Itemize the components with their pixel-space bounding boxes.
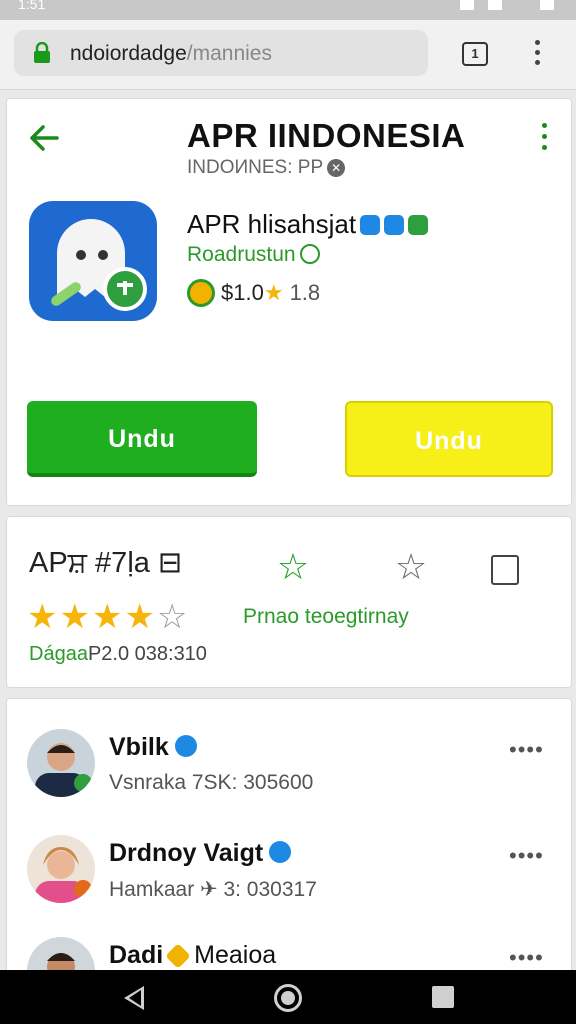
address-bar[interactable]: ndoiordadge/mannies — [14, 30, 428, 76]
status-time: 1:51 — [18, 0, 46, 12]
users-card: Vbilk Vsnraka 7SK: 305600 •••• Drdnoy Va… — [6, 698, 573, 1005]
app-name-text: APR hlisahsjat — [187, 209, 357, 239]
developer-link[interactable]: Roadrustun — [187, 243, 320, 267]
user-name: Drdnoy Vaigt — [109, 839, 292, 868]
app-name: APR hlisahsjat — [187, 209, 429, 240]
back-arrow-icon[interactable] — [27, 121, 61, 155]
nav-recents-icon[interactable] — [432, 986, 454, 1008]
page-subtitle: INDOИNES: PP ✕ — [187, 157, 346, 179]
list-item[interactable]: Vbilk Vsnraka 7SK: 305600 •••• — [7, 727, 573, 827]
verified-icon — [269, 841, 292, 863]
subtitle-text: INDOИNES: PP — [187, 157, 324, 178]
user-name-text: Drdnoy Vaigt — [109, 839, 264, 867]
install-button[interactable]: Undu — [27, 401, 257, 477]
save-badge-icon — [408, 215, 429, 235]
rating-count-value: P2.0 038:310 — [87, 643, 207, 665]
more-options-icon[interactable]: •••• — [509, 945, 549, 971]
promo-link[interactable]: Prnao teoegtirnay — [243, 605, 409, 629]
verified-icon — [174, 735, 197, 757]
page-title: APR IINDONESIA — [187, 117, 466, 154]
nav-back-icon[interactable] — [124, 986, 144, 1010]
browser-toolbar: ndoiordadge/mannies 1 — [0, 20, 576, 90]
battery-icon — [540, 0, 554, 10]
rating-stars: ★★★★☆ — [27, 597, 189, 637]
sun-badge-icon — [165, 943, 191, 969]
avatar — [27, 835, 95, 903]
more-options-icon[interactable]: •••• — [509, 737, 549, 763]
rating-card: APਸ਼ #7ḷa ⊟ ★★★★☆ DágaaP2.0 038:310 ☆ ☆ … — [6, 516, 572, 688]
share-icon[interactable] — [491, 555, 519, 585]
user-meta: Hamkaar ✈ 3: 030317 — [109, 878, 317, 901]
url-text: ndoiordadge/mannies — [70, 42, 272, 66]
medal-icon — [187, 279, 215, 307]
secondary-download-button[interactable]: Undu — [345, 401, 553, 477]
url-domain: ndoiordadge — [70, 42, 187, 65]
app-icon — [29, 201, 157, 321]
empty-star: ☆ — [156, 598, 190, 636]
system-nav-bar — [0, 970, 576, 1024]
favorite-star-icon[interactable]: ☆ — [273, 547, 313, 587]
app-menu-icon[interactable] — [539, 123, 549, 156]
list-item[interactable]: Drdnoy Vaigt Hamkaar ✈ 3: 030317 •••• — [7, 833, 573, 933]
more-options-icon[interactable]: •••• — [509, 843, 549, 869]
verified-badge-icon — [360, 215, 381, 235]
app-card: APR IINDONESIA INDOИNES: PP ✕ APR hlisahs… — [6, 98, 572, 506]
user-name-text: Vbilk — [109, 733, 169, 761]
status-bar: 1:51 — [0, 0, 576, 20]
user-name: Dadi Meaioa — [109, 941, 276, 970]
rate-star-icon[interactable]: ☆ — [391, 547, 431, 587]
signal-icon — [460, 0, 474, 10]
nav-home-icon[interactable] — [274, 984, 302, 1012]
wifi-icon — [488, 0, 502, 10]
check-circle-icon — [299, 244, 320, 264]
user-meta: Vsnraka 7SK: 305600 — [109, 771, 314, 794]
user-extra: Meaioa — [194, 941, 277, 969]
star-icon: ★ — [263, 280, 284, 305]
app-price: $1.0 — [221, 280, 264, 305]
user-name: Vbilk — [109, 733, 197, 762]
tab-switcher-button[interactable]: 1 — [462, 42, 488, 66]
avatar — [27, 729, 95, 797]
ghost-icon — [51, 219, 147, 311]
face-badge-icon — [384, 215, 405, 235]
rating-title: APਸ਼ #7ḷa ⊟ — [29, 547, 183, 579]
close-small-icon[interactable]: ✕ — [327, 159, 346, 177]
developer-name: Roadrustun — [187, 243, 296, 266]
price-row: $1.0★ 1.8 — [187, 279, 320, 309]
user-name-text: Dadi — [109, 941, 164, 969]
filled-stars: ★★★★ — [27, 598, 157, 636]
small-rating: 1.8 — [289, 280, 321, 305]
browser-menu-icon[interactable] — [532, 40, 542, 70]
rating-count-prefix: Dágaa — [29, 643, 88, 665]
rating-count: DágaaP2.0 038:310 — [29, 643, 207, 666]
lock-icon — [34, 42, 50, 63]
url-path: /mannies — [186, 42, 272, 65]
